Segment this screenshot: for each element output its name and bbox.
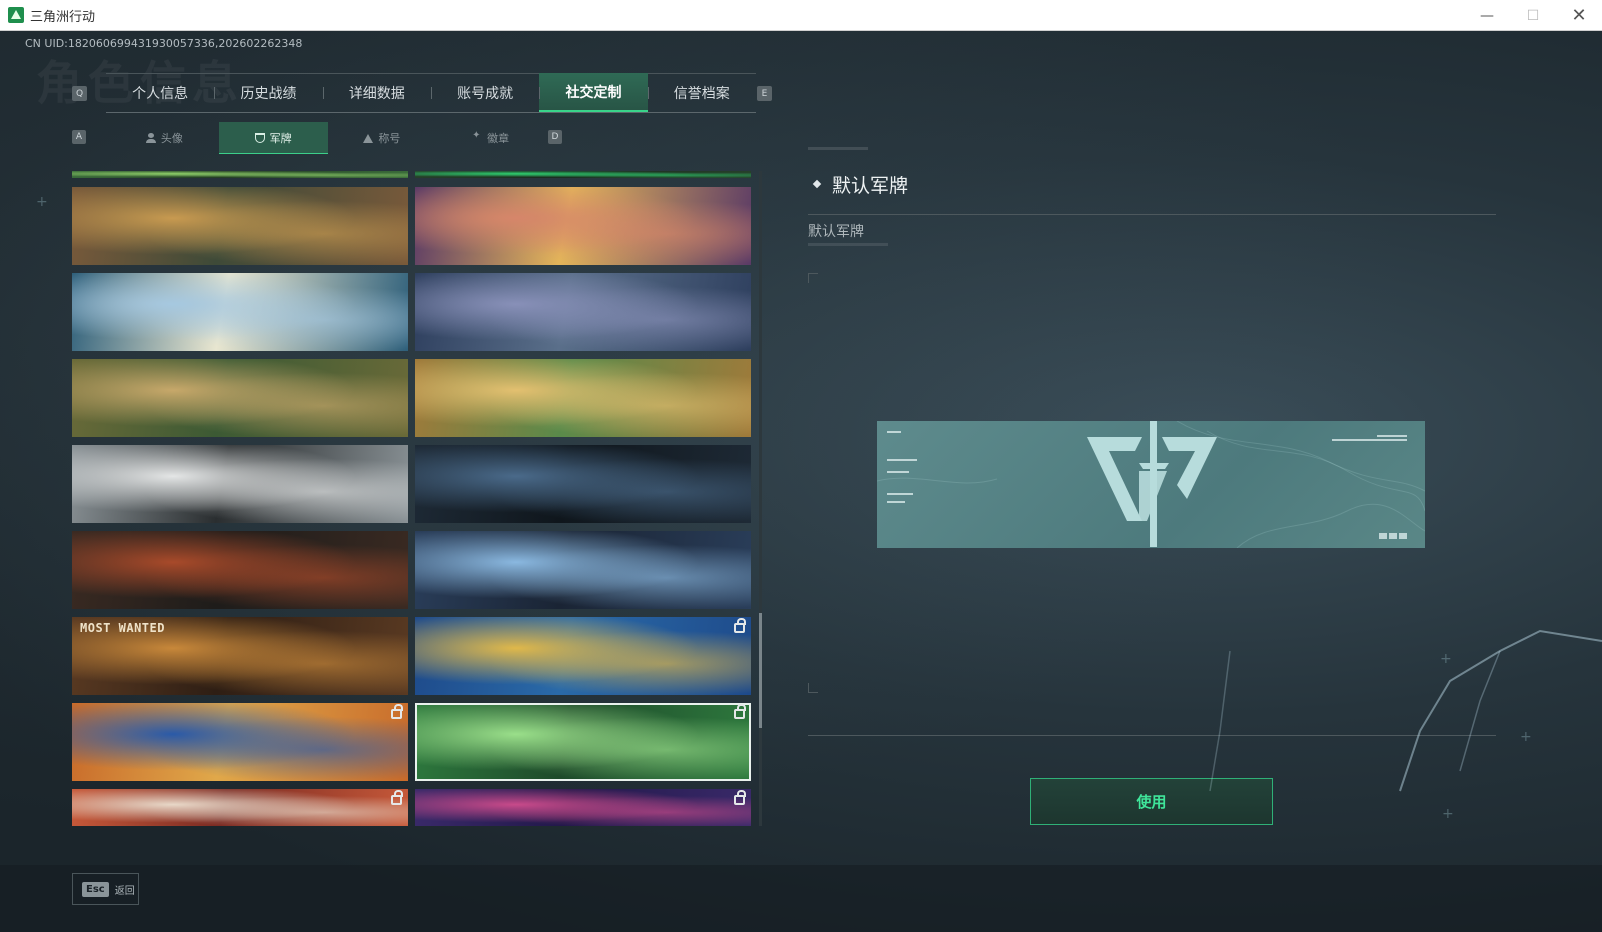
card-orange-rifle[interactable] [72, 703, 408, 781]
corner-bracket-bottom-left [808, 683, 818, 693]
person-icon [145, 133, 156, 143]
diamond-bullet-icon [812, 179, 822, 189]
tab-0[interactable]: 个人信息 [106, 73, 214, 112]
lock-icon [391, 790, 403, 805]
default-dogtag-art [877, 421, 1425, 548]
card-chibi-operator[interactable] [415, 273, 751, 351]
corner-bracket-top-left [808, 273, 818, 283]
card-partial-top-right[interactable] [415, 171, 751, 178]
card-partial-top-left[interactable] [72, 171, 408, 178]
wings-icon [472, 130, 482, 143]
next-tab-key-hint[interactable]: E [757, 86, 772, 101]
minimize-button[interactable]: — [1464, 0, 1510, 31]
subtab-2[interactable]: 称号 [328, 122, 437, 154]
card-ice-axe[interactable] [415, 531, 751, 609]
dogtag-card-grid: MOST WANTED [72, 171, 762, 826]
card-graffiti-gunner[interactable] [72, 531, 408, 609]
card-kitchen-frogs[interactable] [415, 359, 751, 437]
tab-1[interactable]: 历史战绩 [214, 73, 322, 112]
prev-tab-key-hint[interactable]: Q [72, 86, 87, 101]
decoration-plus-icon: + [36, 194, 48, 210]
lock-icon [391, 704, 403, 719]
card-green-swirl[interactable] [415, 703, 751, 781]
prev-subtab-key-hint[interactable]: A [72, 130, 86, 144]
subtab-label: 徽章 [487, 132, 510, 145]
decoration-plus-icon: + [1440, 651, 1452, 667]
tab-3[interactable]: 账号成就 [430, 73, 539, 112]
subtab-label: 称号 [378, 132, 401, 145]
card-chibi-redhead[interactable] [72, 445, 408, 523]
selected-dogtag-title: 默认军牌 [832, 175, 909, 197]
sub-tabs: 头像 军牌 称号 徽章 [110, 122, 545, 154]
back-label: 返回 [114, 885, 135, 897]
decoration-plus-icon: + [1442, 806, 1454, 822]
window-titlebar: 三角洲行动 — ☐ ✕ [0, 0, 1602, 31]
tab-2[interactable]: 详细数据 [322, 73, 431, 112]
app-logo-icon [8, 7, 24, 23]
subtab-label: 军牌 [269, 131, 292, 145]
lock-icon [734, 704, 746, 719]
card-most-wanted[interactable]: MOST WANTED [72, 617, 408, 695]
triangle-icon [363, 133, 374, 143]
back-button[interactable]: Esc 返回 [72, 873, 139, 905]
decoration-plus-icon: + [1520, 729, 1532, 745]
player-uid: CN UID:18206069943193005733​6,2026022623… [25, 37, 303, 50]
subtab-label: 头像 [160, 132, 183, 145]
card-knife-night[interactable] [415, 445, 751, 523]
close-button[interactable]: ✕ [1556, 0, 1602, 31]
esc-key-hint: Esc [82, 881, 109, 897]
card-soldiers-firefight[interactable] [72, 187, 408, 265]
card-purple-device[interactable] [415, 789, 751, 826]
lock-icon [734, 790, 746, 805]
tab-4[interactable]: 社交定制 [539, 73, 648, 112]
card-party-celebration[interactable] [415, 187, 751, 265]
subtab-3[interactable]: 徽章 [436, 122, 545, 154]
selected-dogtag-subtitle: 默认军牌 [808, 224, 864, 240]
grid-scrollbar-thumb[interactable] [759, 613, 762, 728]
subtab-1[interactable]: 军牌 [218, 122, 328, 154]
lightning-background-decoration [1209, 629, 1602, 792]
footer-bar [0, 865, 1602, 932]
card-red-jet[interactable] [72, 789, 408, 826]
window-title: 三角洲行动 [30, 9, 96, 25]
main-tabs: 个人信息 历史战绩 详细数据 账号成就 社交定制 信誉档案 [106, 73, 756, 113]
next-subtab-key-hint[interactable]: D [548, 130, 562, 144]
detail-divider [808, 214, 1496, 215]
dogtag-preview [877, 421, 1425, 548]
card-archer-stadium[interactable] [72, 273, 408, 351]
detail-caption-decoration [808, 147, 868, 150]
lock-icon [734, 618, 746, 633]
badge-icon [254, 132, 265, 143]
card-blue-crossbow[interactable] [415, 617, 751, 695]
subtab-0[interactable]: 头像 [110, 122, 219, 154]
game-screen: 角色信息 CN UID:18206069943193005733​6,20260… [0, 31, 1602, 932]
card-flower-field[interactable] [72, 359, 408, 437]
selected-dogtag-note-decoration [808, 243, 888, 246]
card-caption: MOST WANTED [80, 621, 165, 635]
tab-5[interactable]: 信誉档案 [647, 73, 756, 112]
maximize-button[interactable]: ☐ [1510, 0, 1556, 31]
